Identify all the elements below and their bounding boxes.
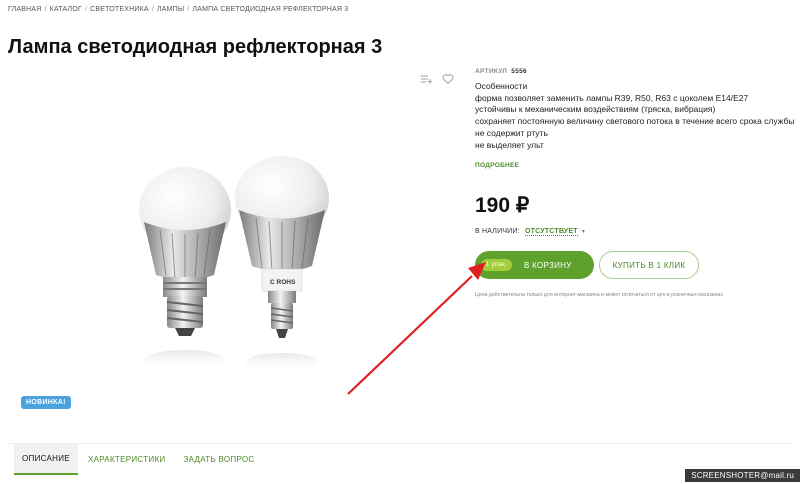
stock-label: В НАЛИЧИИ: [475, 228, 520, 236]
breadcrumb-lighting[interactable]: СВЕТОТЕХНИКА [90, 6, 149, 13]
feature-item: устойчивы к механическим воздействиям (т… [475, 104, 716, 115]
feature-item: не выделяет ульт [475, 139, 544, 150]
tab-ask-question[interactable]: ЗАДАТЬ ВОПРОС [175, 444, 262, 475]
chevron-down-icon[interactable]: ▾ [582, 229, 585, 235]
tab-characteristics[interactable]: ХАРАКТЕРИСТИКИ [80, 444, 174, 475]
add-to-cart-button[interactable]: 1 упак. В КОРЗИНУ [475, 251, 594, 279]
features-list: Особенности форма позволяет заменить лам… [475, 81, 795, 151]
bulb-marking: C ROHS [270, 279, 296, 286]
breadcrumb-separator: / [84, 6, 88, 13]
bulb-right: C ROHS [235, 156, 329, 371]
product-info: АРТИКУЛ 5556 Особенности форма позволяет… [475, 68, 795, 237]
buy-one-click-button[interactable]: КУПИТЬ В 1 КЛИК [599, 251, 699, 279]
breadcrumb-current: ЛАМПА СВЕТОДИОДНАЯ РЕФЛЕКТОРНАЯ 3 [192, 6, 349, 13]
new-badge: НОВИНКА! [21, 396, 71, 409]
product-image[interactable]: C ROHS [0, 70, 470, 410]
breadcrumb: ГЛАВНАЯ / КАТАЛОГ / СВЕТОТЕХНИКА / ЛАМПЫ / ЛАМПА… [8, 6, 348, 13]
breadcrumb-separator: / [187, 6, 190, 13]
page-title: Лампа светодиодная рефлекторная 3 [8, 36, 383, 58]
breadcrumb-catalog[interactable]: КАТАЛОГ [50, 6, 82, 13]
stock-availability: В НАЛИЧИИ: ОТСУТСТВУЕТ ▾ [475, 228, 795, 237]
purchase-buttons: 1 упак. В КОРЗИНУ КУПИТЬ В 1 КЛИК [475, 251, 699, 279]
tab-description[interactable]: ОПИСАНИЕ [14, 444, 78, 475]
article: АРТИКУЛ 5556 [475, 68, 795, 75]
feature-item: сохраняет постоянную величину светового … [475, 116, 795, 127]
stock-status[interactable]: ОТСУТСТВУЕТ [524, 228, 578, 237]
breadcrumb-separator: / [151, 6, 154, 13]
screenshot-watermark: SCREENSHOTER@mail.ru [685, 469, 800, 482]
article-number: 5556 [511, 68, 527, 75]
breadcrumb-separator: / [44, 6, 47, 13]
bulb-left [139, 167, 231, 370]
article-label: АРТИКУЛ [475, 68, 508, 75]
product-tabs: ОПИСАНИЕ ХАРАКТЕРИСТИКИ ЗАДАТЬ ВОПРОС [14, 444, 263, 475]
price: 190 ₽ [475, 194, 530, 218]
feature-item: не содержит ртуть [475, 127, 548, 138]
more-details-link[interactable]: ПОДРОБНЕЕ [475, 162, 519, 169]
feature-item: форма позволяет заменить лампы R39, R50,… [475, 92, 749, 103]
breadcrumb-home[interactable]: ГЛАВНАЯ [8, 6, 42, 13]
price-disclaimer: Цена действительна только для интернет-м… [475, 292, 723, 298]
add-to-cart-label: В КОРЗИНУ [523, 260, 572, 270]
breadcrumb-lamps[interactable]: ЛАМПЫ [157, 6, 184, 13]
pack-quantity-badge[interactable]: 1 упак. [481, 259, 512, 271]
features-heading: Особенности [475, 81, 528, 91]
